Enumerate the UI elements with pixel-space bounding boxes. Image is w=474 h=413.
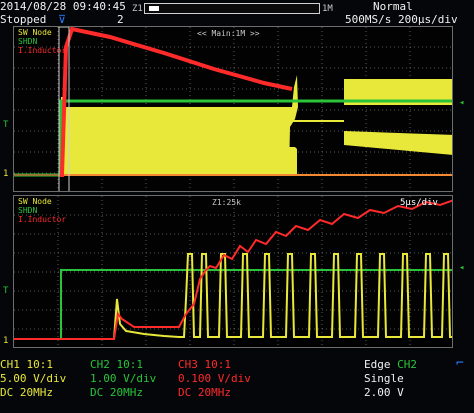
- ch2-coupling-bw: DC 20MHz: [90, 387, 143, 398]
- rising-edge-icon: ⌐: [456, 356, 464, 371]
- ch3-name: CH3: [178, 358, 198, 371]
- ch2-name: CH2: [90, 358, 110, 371]
- ch1-bandwidth: 20MHz: [19, 386, 53, 399]
- ch3-label[interactable]: CH3 10:1: [178, 359, 231, 370]
- acquisition-count: 2: [117, 13, 124, 26]
- ch2-ground-marker-upper: T: [3, 120, 9, 130]
- zoom-right-marker: 1M: [322, 4, 333, 14]
- main-waveform-panel[interactable]: SW Node SHDN I.Inductor << Main:1M >>: [13, 26, 453, 192]
- zoom-window-icon[interactable]: [149, 6, 159, 11]
- datetime-readout: 2014/08/28 09:40:45: [0, 0, 126, 13]
- zoom-overview-scrollbar[interactable]: [144, 3, 320, 14]
- ch1-probe: 10:1: [26, 358, 54, 371]
- zoom-left-marker: Z1: [132, 4, 143, 14]
- oscilloscope-screen: 2014/08/28 09:40:45 Stopped ⊽ 2 Z1 1M No…: [0, 0, 474, 413]
- ch3-coupling: DC: [178, 386, 192, 399]
- zoom-window-label: Z1:25k: [212, 198, 241, 207]
- legend-ch3-zoom: I.Inductor: [18, 215, 67, 224]
- ch2-ground-marker-lower: T: [3, 286, 9, 296]
- ch3-scale[interactable]: 0.100 V/div: [178, 373, 251, 384]
- ch3-probe: 10:1: [204, 358, 232, 371]
- legend-ch3-main: I.Inductor: [18, 46, 67, 55]
- trigger-source: CH2: [397, 358, 417, 371]
- ch2-probe: 10:1: [116, 358, 144, 371]
- trigger-level-marker-upper: ◂: [459, 98, 465, 108]
- ch1-trace-main: [61, 75, 298, 175]
- ch1-ground-marker-lower: 1: [3, 336, 9, 346]
- trigger-type-readout[interactable]: Edge CH2: [364, 359, 417, 370]
- main-window-label: << Main:1M >>: [197, 29, 260, 38]
- trigger-mode-footer[interactable]: Single: [364, 373, 404, 384]
- ch2-coupling: DC: [90, 386, 104, 399]
- ch2-label[interactable]: CH2 10:1: [90, 359, 143, 370]
- ch3-bandwidth: 20MHz: [197, 386, 231, 399]
- ch1-ground-marker-upper: 1: [3, 169, 9, 179]
- ch2-bandwidth: 20MHz: [109, 386, 143, 399]
- trigger-level-marker-lower: ◂: [459, 263, 465, 273]
- ch1-coupling: DC: [0, 386, 14, 399]
- trigger-type: Edge: [364, 358, 391, 371]
- legend-ch2-main: SHDN: [18, 37, 38, 46]
- ch1-scale[interactable]: 5.00 V/div: [0, 373, 66, 384]
- run-state: Stopped: [0, 13, 47, 26]
- zoom-timebase-readout: 5μs/div: [400, 198, 438, 208]
- ch2-scale[interactable]: 1.00 V/div: [90, 373, 156, 384]
- ch3-coupling-bw: DC 20MHz: [178, 387, 231, 398]
- legend-ch2-zoom: SHDN: [18, 206, 38, 215]
- legend-ch1-main: SW Node: [18, 28, 52, 37]
- ch1-trace-main-decay: [344, 131, 452, 155]
- timebase-readout: 500MS/s 200μs/div: [345, 13, 458, 26]
- trigger-level[interactable]: 2.00 V: [364, 387, 404, 398]
- legend-ch1-zoom: SW Node: [18, 197, 52, 206]
- ch1-name: CH1: [0, 358, 20, 371]
- zoom-grid: [14, 196, 452, 347]
- zoom-waveform-panel[interactable]: SW Node SHDN I.Inductor Z1:25k 5μs/div: [13, 195, 453, 348]
- trigger-mode-readout: Normal: [373, 0, 413, 13]
- trigger-slope-icon: ⊽: [58, 13, 67, 26]
- ch1-label[interactable]: CH1 10:1: [0, 359, 53, 370]
- ch1-coupling-bw: DC 20MHz: [0, 387, 53, 398]
- ch1-trace-main-tail: [287, 147, 297, 175]
